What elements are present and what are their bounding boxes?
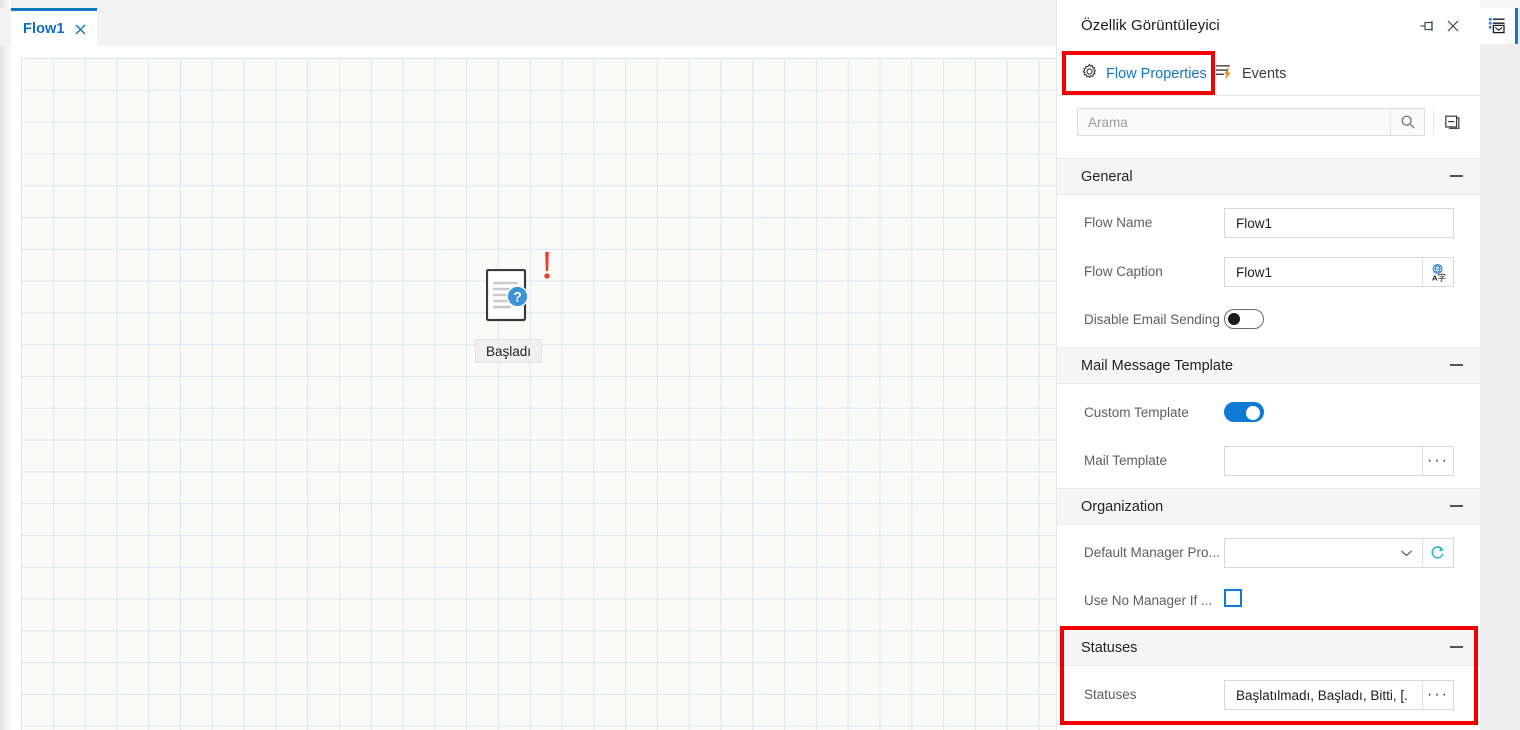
flow-editor-area: Flow1 ? Başladı	[0, 0, 1056, 730]
toggle-knob	[1228, 313, 1240, 325]
row-flow-caption: Flow Caption Flow1 A 字	[1057, 249, 1481, 297]
group-title: Mail Message Template	[1081, 358, 1234, 374]
application-window: Flow1 ? Başladı Özellik Görüntüleyici Fl…	[0, 0, 1520, 730]
document-tab-flow1[interactable]: Flow1	[11, 8, 97, 46]
canvas-container: ? Başladı	[11, 46, 1056, 730]
right-edge-rail	[1480, 0, 1520, 730]
row-custom-template: Custom Template	[1057, 390, 1481, 438]
close-icon[interactable]	[74, 23, 87, 36]
ellipsis-label: ···	[1427, 686, 1449, 703]
edge-rail-cap	[1480, 0, 1520, 8]
mail-template-value[interactable]	[1225, 447, 1422, 475]
group-header-statuses[interactable]: Statuses	[1057, 629, 1481, 666]
row-default-manager-property: Default Manager Pro...	[1057, 530, 1481, 578]
row-label: Custom Template	[1084, 405, 1189, 420]
group-header-mail-message-template[interactable]: Mail Message Template	[1057, 347, 1481, 384]
collapse-panels-icon[interactable]	[1441, 110, 1465, 134]
default-manager-property-value[interactable]	[1225, 539, 1391, 567]
default-manager-property-dropdown[interactable]	[1224, 538, 1454, 568]
flow-name-value[interactable]: Flow1	[1225, 209, 1453, 237]
ellipsis-icon[interactable]: ···	[1422, 681, 1453, 709]
group-header-organization[interactable]: Organization	[1057, 488, 1481, 525]
custom-template-toggle[interactable]	[1224, 402, 1264, 422]
statuses-value[interactable]: Başlatılmadı, Başladı, Bitti, [.	[1225, 681, 1422, 709]
toggle-knob	[1246, 406, 1260, 420]
row-label: Flow Name	[1084, 215, 1153, 230]
svg-text:?: ?	[513, 288, 522, 304]
tab-flow-properties[interactable]: Flow Properties	[1081, 58, 1207, 90]
search-input[interactable]	[1078, 109, 1390, 135]
tab-events-label: Events	[1242, 66, 1287, 82]
group-title: Statuses	[1081, 640, 1138, 656]
group-title: General	[1081, 169, 1133, 185]
document-tab-label: Flow1	[23, 20, 65, 37]
mail-template-field[interactable]: ···	[1224, 446, 1454, 476]
ellipsis-icon[interactable]: ···	[1422, 447, 1453, 475]
events-lightning-icon	[1215, 63, 1234, 85]
group-header-general[interactable]: General	[1057, 158, 1481, 195]
search-icon[interactable]	[1390, 109, 1424, 135]
row-label: Flow Caption	[1084, 264, 1163, 279]
svg-text:字: 字	[1437, 271, 1446, 281]
flow-canvas[interactable]: ? Başladı	[21, 58, 1056, 730]
row-use-no-manager-if: Use No Manager If ...	[1057, 578, 1481, 626]
row-label: Statuses	[1084, 687, 1137, 702]
row-statuses: Statuses Başlatılmadı, Başladı, Bitti, […	[1057, 672, 1481, 720]
row-label: Default Manager Pro...	[1084, 545, 1220, 560]
property-viewer-panel: Özellik Görüntüleyici Flow Properties Ev…	[1056, 0, 1481, 730]
row-label: Use No Manager If ...	[1084, 593, 1213, 608]
close-icon[interactable]	[1445, 18, 1461, 34]
pin-icon[interactable]	[1419, 18, 1435, 34]
ellipsis-label: ···	[1427, 452, 1449, 469]
search-box[interactable]	[1077, 108, 1425, 136]
minus-icon[interactable]	[1450, 505, 1463, 507]
panel-title: Özellik Görüntüleyici	[1081, 17, 1220, 34]
translate-icon[interactable]: A 字	[1422, 258, 1453, 286]
group-title: Organization	[1081, 499, 1164, 515]
editor-left-gutter	[0, 0, 11, 730]
document-question-icon: ?	[485, 268, 532, 325]
flow-node-caption: Başladı	[475, 339, 543, 363]
tab-flow-properties-label: Flow Properties	[1106, 66, 1207, 82]
row-flow-name: Flow Name Flow1	[1057, 200, 1481, 248]
row-label: Mail Template	[1084, 453, 1168, 468]
row-label: Disable Email Sending	[1084, 312, 1220, 327]
minus-icon[interactable]	[1450, 364, 1463, 366]
minus-icon[interactable]	[1450, 646, 1463, 648]
statuses-field[interactable]: Başlatılmadı, Başladı, Bitti, [. ···	[1224, 680, 1454, 710]
disable-email-sending-toggle[interactable]	[1224, 309, 1264, 329]
panel-header: Özellik Görüntüleyici	[1057, 0, 1481, 48]
flow-node[interactable]: ? Başladı	[475, 211, 596, 363]
toolbar-divider	[1433, 110, 1434, 134]
chevron-down-icon[interactable]	[1391, 539, 1422, 567]
panel-search-row	[1057, 97, 1481, 147]
minus-icon[interactable]	[1450, 175, 1463, 177]
row-disable-email-sending: Disable Email Sending	[1057, 297, 1481, 345]
flow-name-field[interactable]: Flow1	[1224, 208, 1454, 238]
document-tab-bar: Flow1	[0, 8, 1056, 46]
exclamation-icon	[540, 251, 554, 281]
panel-tab-bar: Flow Properties Events	[1057, 50, 1481, 96]
refresh-icon[interactable]	[1422, 539, 1453, 567]
flow-caption-value[interactable]: Flow1	[1225, 258, 1422, 286]
tab-events[interactable]: Events	[1215, 58, 1286, 90]
gear-icon	[1081, 63, 1098, 85]
property-viewer-icon[interactable]	[1480, 8, 1518, 44]
flow-caption-field[interactable]: Flow1 A 字	[1224, 257, 1454, 287]
use-no-manager-checkbox[interactable]	[1224, 589, 1242, 607]
row-mail-template: Mail Template ···	[1057, 438, 1481, 486]
